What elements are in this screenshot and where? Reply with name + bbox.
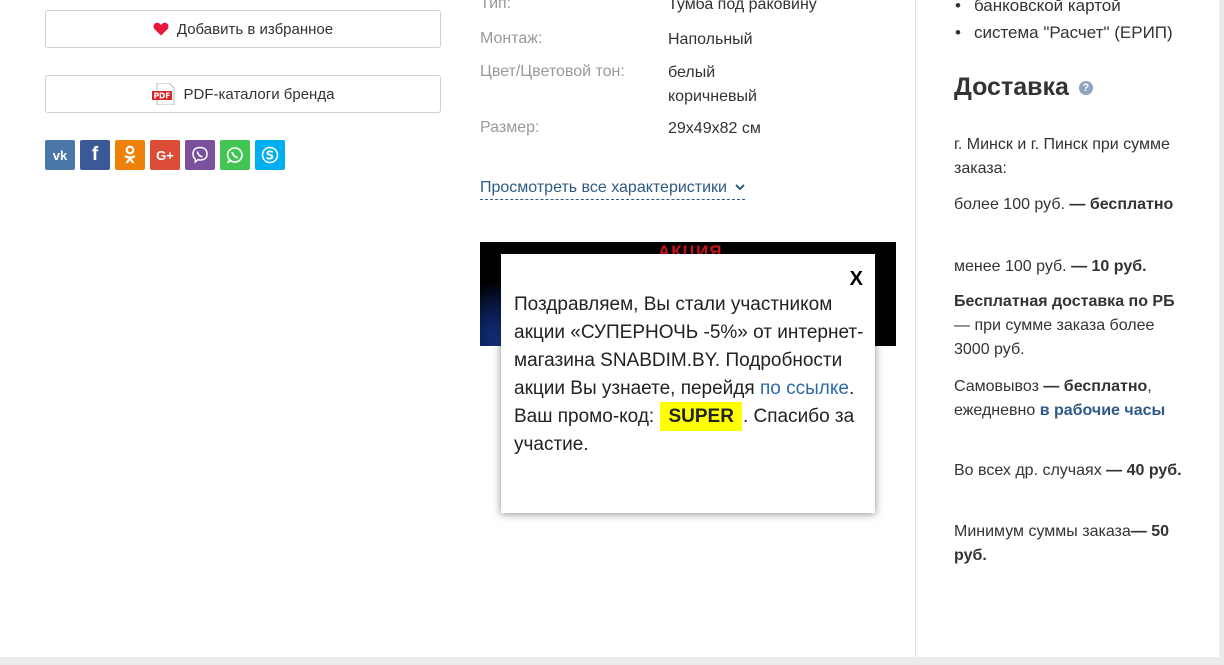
close-button[interactable]: X: [850, 268, 863, 291]
promo-popup: X Поздравляем, Вы стали участником акции…: [501, 254, 875, 513]
delivery-over-100-free: бесплатно: [1089, 196, 1174, 213]
add-to-favorites-label: Добавить в избранное: [176, 20, 334, 38]
delivery-over-100: более 100 руб. — бесплатно: [954, 193, 1194, 217]
delivery-under-100: менее 100 руб. — 10 руб.: [954, 255, 1194, 279]
viber-share-icon[interactable]: [185, 140, 215, 170]
promo-details-link[interactable]: по ссылке: [760, 378, 849, 399]
odnoklassniki-share-icon[interactable]: [115, 140, 145, 170]
spec-label-type: Тип:: [480, 0, 512, 12]
spec-value-color-2: коричневый: [668, 88, 757, 105]
view-all-specs-link[interactable]: Просмотреть все характеристики: [480, 179, 745, 200]
delivery-minimum: Минимум суммы заказа— 50 руб.: [954, 520, 1194, 568]
pdf-icon: PDF: [151, 83, 176, 105]
pdf-icon-text: PDF: [153, 92, 170, 101]
chevron-down-icon: [735, 182, 745, 194]
delivery-under-100-text: менее 100 руб.: [954, 258, 1072, 275]
delivery-title: Доставка: [954, 73, 1069, 101]
delivery-pickup-free: — бесплатно: [1043, 378, 1148, 395]
payment-item-card: банковской картой: [955, 0, 1173, 19]
spec-label-color: Цвет/Цветовой тон:: [480, 63, 625, 80]
heart-icon: [153, 22, 169, 36]
working-hours-link[interactable]: в рабочие часы: [1040, 402, 1165, 419]
add-to-favorites-button[interactable]: Добавить в избранное: [45, 10, 441, 48]
pdf-catalogs-button[interactable]: PDF PDF-каталоги бренда: [45, 75, 441, 113]
spec-value-type: Тумба под раковину: [668, 0, 817, 13]
spec-value-mounting: Напольный: [668, 31, 753, 48]
payment-methods-list: банковской картой система "Расчет" (ЕРИП…: [955, 0, 1173, 46]
delivery-intro: г. Минск и г. Пинск при сумме заказа:: [954, 136, 1170, 177]
delivery-other-price: — 40 руб.: [1106, 462, 1182, 479]
spec-value-color-1: белый: [668, 64, 716, 81]
popup-message: Поздравляем, Вы стали участником акции «…: [514, 291, 866, 459]
spec-label-mounting: Монтаж:: [480, 30, 543, 47]
svg-text:S: S: [266, 149, 275, 163]
page: Добавить в избранное PDF PDF-каталоги бр…: [0, 0, 1219, 657]
delivery-over-100-dash: —: [1069, 196, 1090, 213]
spec-label-size: Размер:: [480, 119, 540, 136]
help-icon[interactable]: ?: [1078, 80, 1093, 95]
delivery-free-rb-text: — при сумме заказа более 3000 руб.: [954, 317, 1155, 358]
column-divider: [915, 0, 916, 657]
delivery-under-100-price: — 10 руб.: [1071, 258, 1147, 275]
facebook-share-icon[interactable]: f: [80, 140, 110, 170]
skype-share-icon[interactable]: S: [255, 140, 285, 170]
delivery-other: Во всех др. случаях — 40 руб.: [954, 459, 1194, 483]
whatsapp-share-icon[interactable]: [220, 140, 250, 170]
google-plus-share-icon[interactable]: G+: [150, 140, 180, 170]
delivery-heading: Доставка ?: [954, 73, 1093, 102]
pdf-catalogs-label: PDF-каталоги бренда: [183, 85, 335, 103]
delivery-minimum-text: Минимум суммы заказа: [954, 523, 1131, 540]
delivery-free-rb: Бесплатная доставка по РБ — при сумме за…: [954, 290, 1194, 362]
vk-share-icon[interactable]: vk: [45, 140, 75, 170]
social-share-bar: vk f G+ S: [45, 140, 285, 170]
delivery-pickup-text: Самовывоз: [954, 378, 1044, 395]
promo-code: SUPER: [660, 402, 742, 431]
delivery-over-100-text: более 100 руб.: [954, 196, 1070, 213]
delivery-other-text: Во всех др. случаях: [954, 462, 1107, 479]
delivery-pickup: Самовывоз — бесплатно, ежедневно в рабоч…: [954, 375, 1194, 423]
delivery-free-rb-title: Бесплатная доставка по РБ: [954, 293, 1175, 310]
payment-item-erip: система "Расчет" (ЕРИП): [955, 19, 1173, 46]
view-all-specs-label: Просмотреть все характеристики: [480, 179, 727, 196]
spec-value-size: 29х49х82 см: [668, 120, 761, 137]
